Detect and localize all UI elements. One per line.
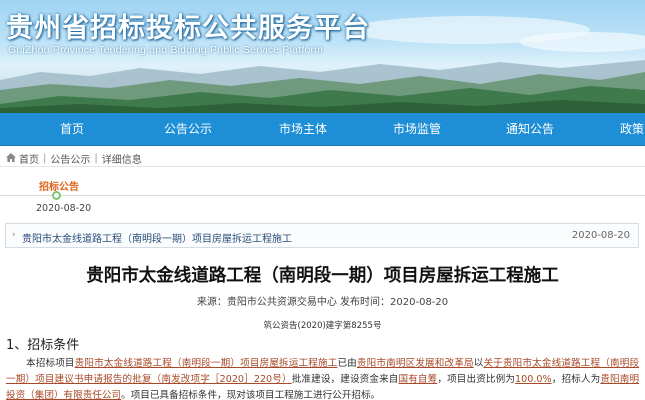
- para-fund-source: 国有自筹: [398, 374, 438, 385]
- para-text: 以: [473, 358, 484, 369]
- nav-market-entities[interactable]: 市场主体: [279, 113, 327, 146]
- para-project-name: 贵阳市太金线道路工程（南明段一期）项目房屋拆运工程施工: [74, 358, 338, 369]
- site-title: 贵州省招标投标公共服务平台: [6, 13, 370, 44]
- breadcrumb-announcements[interactable]: 公告公示: [50, 151, 90, 166]
- breadcrumb-separator: |: [43, 153, 47, 164]
- divider: [0, 166, 645, 167]
- para-text: 已由: [337, 358, 357, 369]
- notice-title[interactable]: 贵阳市太金线道路工程（南明段一期）项目房屋拆运工程施工: [22, 230, 292, 245]
- nav-market-supervision[interactable]: 市场监管: [393, 113, 441, 146]
- site-subtitle: GuiZhou Province Tendering and Bidding P…: [8, 44, 324, 56]
- article-paragraph: 本招标项目贵阳市太金线道路工程（南明段一期）项目房屋拆运工程施工已由贵阳市南明区…: [6, 356, 639, 400]
- para-text: 批准建设，建设资金来自: [291, 374, 399, 385]
- nav-policy[interactable]: 政策: [620, 113, 644, 146]
- article-title: 贵阳市太金线道路工程（南明段一期）项目房屋拆运工程施工: [86, 266, 559, 286]
- para-text: 。项目已具备招标条件，现对该项目工程施工进行公开招标。: [121, 390, 381, 400]
- para-text: 本招标项目: [26, 358, 75, 369]
- timeline-line: [0, 195, 645, 196]
- timeline-stage-label[interactable]: 招标公告: [39, 178, 79, 193]
- nav-notices[interactable]: 通知公告: [506, 113, 554, 146]
- timeline-dot-icon[interactable]: [52, 191, 61, 200]
- section-heading: 1、招标条件: [6, 338, 80, 353]
- main-nav: 首页 公告公示 市场主体 市场监管 通知公告 政策: [0, 113, 645, 146]
- para-text: ，项目出资比例为: [437, 374, 516, 385]
- para-fund-ratio: 100.0%: [515, 374, 552, 385]
- breadcrumb-separator: |: [94, 153, 98, 164]
- nav-home[interactable]: 首页: [60, 113, 84, 146]
- notice-item[interactable]: › 贵阳市太金线道路工程（南明段一期）项目房屋拆运工程施工 2020-08-20: [5, 223, 639, 248]
- article-meta: 来源：贵阳市公共资源交易中心 发布时间：2020-08-20: [196, 297, 449, 308]
- breadcrumb-current: 详细信息: [101, 155, 142, 166]
- header-banner: 贵州省招标投标公共服务平台 GuiZhou Province Tendering…: [0, 0, 645, 113]
- breadcrumb: 首页 | 公告公示 | 详细信息: [6, 151, 142, 166]
- para-text: ，招标人为: [551, 374, 601, 385]
- article-doc-number: 筑公资告(2020)建字第8255号: [263, 321, 382, 331]
- timeline-date: 2020-08-20: [36, 203, 92, 214]
- notice-date: 2020-08-20: [571, 230, 630, 241]
- home-icon: [6, 152, 16, 165]
- chevron-right-icon: ›: [12, 230, 16, 240]
- para-approval-authority: 贵阳市南明区发展和改革局: [356, 358, 474, 369]
- breadcrumb-home[interactable]: 首页: [19, 151, 39, 166]
- nav-announcements[interactable]: 公告公示: [164, 113, 212, 146]
